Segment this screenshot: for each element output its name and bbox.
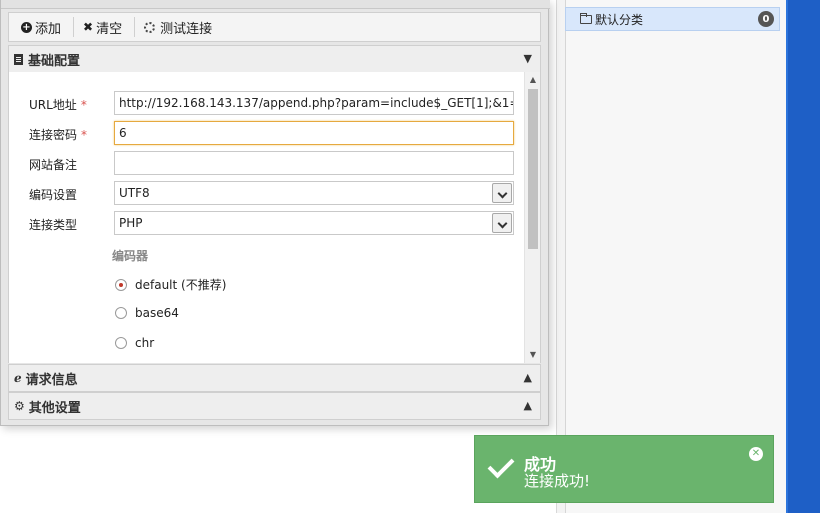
- browser-icon: ℯ: [14, 371, 22, 385]
- type-select[interactable]: PHP: [114, 211, 514, 235]
- basic-config-form: URL地址 * http://192.168.143.137/append.php…: [8, 72, 541, 363]
- plus-circle-icon: +: [21, 21, 32, 33]
- clear-button[interactable]: ✖ 清空: [80, 16, 130, 38]
- section-other-settings[interactable]: ⚙ 其他设置 ▲: [8, 392, 541, 420]
- radio-checked-icon[interactable]: [115, 278, 127, 291]
- encoder-option-label: base64: [135, 306, 179, 320]
- toast-message: 连接成功!: [524, 472, 591, 490]
- scroll-down-icon[interactable]: ▼: [525, 347, 540, 363]
- encoder-option-default[interactable]: default (不推荐): [115, 276, 226, 293]
- scroll-up-icon[interactable]: ▲: [525, 72, 540, 88]
- encoder-heading: 编码器: [112, 249, 149, 263]
- dialog-titlebar[interactable]: [1, 0, 550, 9]
- url-row: URL地址 * http://192.168.143.137/append.php…: [9, 91, 519, 115]
- add-button-label: 添加: [35, 21, 62, 37]
- test-connection-label: 测试连接: [160, 21, 213, 37]
- type-label: 连接类型: [29, 218, 78, 232]
- encoding-select[interactable]: UTF8: [114, 181, 514, 205]
- remark-input[interactable]: [114, 151, 514, 175]
- encoding-row: 编码设置 UTF8: [9, 181, 519, 205]
- password-row: 连接密码 * 6: [9, 121, 519, 145]
- type-row: 连接类型 PHP: [9, 211, 519, 235]
- chevron-up-icon: ▲: [523, 399, 532, 412]
- remark-label: 网站备注: [29, 158, 78, 172]
- required-mark: *: [80, 98, 87, 112]
- dialog-toolbar: + 添加 ✖ 清空 测试连接: [8, 12, 541, 42]
- category-item-default[interactable]: 默认分类 0: [565, 7, 780, 31]
- section-basic-config[interactable]: 基础配置 ▼: [8, 45, 541, 73]
- encoder-option-base64[interactable]: base64: [115, 306, 179, 320]
- checkmark-icon: [487, 451, 515, 479]
- required-mark: *: [81, 128, 88, 142]
- remark-row: 网站备注: [9, 151, 519, 175]
- clear-button-label: 清空: [96, 21, 123, 37]
- add-shell-dialog: + 添加 ✖ 清空 测试连接 基础配置 ▼ URL地址 * http://192.…: [0, 0, 550, 426]
- scrollbar-thumb[interactable]: [528, 89, 538, 249]
- document-icon: [14, 53, 23, 65]
- success-toast: 成功 连接成功! ✕: [474, 435, 774, 503]
- section-request-title: 请求信息: [25, 372, 78, 388]
- form-scrollbar[interactable]: ▲ ▼: [524, 72, 540, 363]
- encoding-value: UTF8: [119, 186, 150, 200]
- section-other-title: 其他设置: [28, 400, 81, 416]
- radio-icon[interactable]: [115, 307, 127, 319]
- password-input[interactable]: 6: [114, 121, 514, 145]
- chevron-down-icon[interactable]: [492, 213, 512, 233]
- gears-icon: ⚙: [14, 399, 25, 413]
- encoder-option-label: chr: [135, 336, 155, 350]
- url-input[interactable]: http://192.168.143.137/append.php?param=…: [114, 91, 514, 115]
- section-basic-title: 基础配置: [28, 53, 81, 69]
- close-icon: ✖: [83, 20, 94, 34]
- add-button[interactable]: + 添加: [18, 16, 69, 38]
- encoder-option-chr[interactable]: chr: [115, 336, 154, 350]
- folder-icon: [580, 12, 592, 24]
- encoder-option-label: default (不推荐): [135, 278, 227, 292]
- encoding-label: 编码设置: [29, 188, 78, 202]
- chevron-down-icon[interactable]: [492, 183, 512, 203]
- desktop-background: [786, 0, 820, 513]
- password-label: 连接密码 *: [29, 128, 88, 142]
- close-icon[interactable]: ✕: [749, 447, 763, 461]
- chevron-up-icon: ▲: [523, 371, 532, 384]
- toolbar-divider: [134, 17, 136, 37]
- category-label: 默认分类: [595, 12, 644, 27]
- url-label: URL地址 *: [29, 98, 87, 112]
- type-value: PHP: [119, 216, 143, 230]
- spinner-icon: [144, 21, 156, 33]
- test-connection-button[interactable]: 测试连接: [141, 16, 220, 38]
- radio-icon[interactable]: [115, 337, 127, 349]
- toolbar-divider: [73, 17, 75, 37]
- section-request-info[interactable]: ℯ 请求信息 ▲: [8, 364, 541, 392]
- category-count-badge: 0: [758, 11, 774, 27]
- chevron-down-icon: ▼: [523, 52, 532, 65]
